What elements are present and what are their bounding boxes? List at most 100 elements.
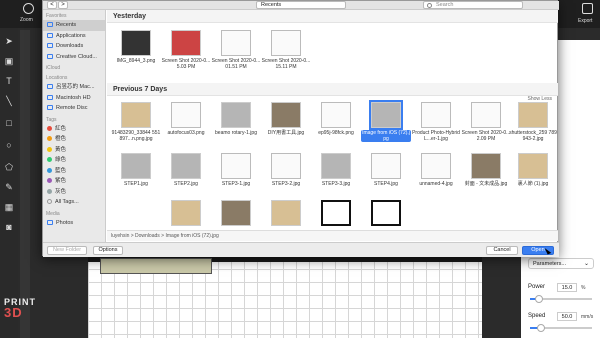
ellipse-tool-icon[interactable]: ○ — [4, 140, 14, 150]
sidebar-item-recents[interactable]: Recents — [43, 20, 105, 31]
disk-icon — [47, 94, 53, 100]
location-select[interactable]: Recents — [256, 1, 346, 9]
grid-tool-icon[interactable]: ▦ — [4, 202, 14, 212]
power-input[interactable]: 15.0 — [557, 283, 577, 292]
speed-input[interactable]: 50.0 — [557, 312, 577, 321]
cancel-button[interactable]: Cancel — [486, 246, 518, 255]
search-input[interactable]: Search — [423, 1, 523, 9]
favorites-header: Favorites — [46, 13, 67, 19]
file-name: autofocus03.png — [167, 130, 205, 136]
power-slider[interactable] — [530, 295, 592, 303]
work-canvas[interactable] — [88, 256, 482, 338]
sidebar-item-downloads[interactable]: Downloads — [43, 41, 105, 52]
line-tool-icon[interactable]: ╲ — [4, 96, 14, 106]
sidebar-tag-all[interactable]: All Tags... — [43, 197, 105, 208]
file-item-selected[interactable]: Image from iOS (72).jpg — [361, 100, 411, 142]
file-item[interactable]: IMG_8944_3.png — [111, 30, 161, 64]
file-thumbnail — [421, 153, 451, 179]
file-item[interactable]: 裏人節 (1).jpg — [508, 153, 558, 187]
file-item[interactable]: Screen Shot 2020-0...15.11 PM — [261, 30, 311, 70]
file-item[interactable]: beamo rotary-1.jpg — [211, 102, 261, 136]
file-name: Product Photo-Hybrid L...er-1.jpg — [412, 130, 460, 142]
file-name: Screen Shot 2020-0...15.11 PM — [261, 58, 311, 70]
power-unit: % — [581, 285, 586, 291]
parameters-select[interactable]: Parameters... ⌄ — [528, 258, 594, 269]
file-item[interactable]: STEP3-3.jpg — [311, 153, 361, 187]
file-item[interactable]: STEP3-2.jpg — [261, 153, 311, 187]
section-yesterday: Yesterday — [113, 13, 147, 20]
file-thumbnail — [518, 102, 548, 128]
file-item[interactable]: DIY用書工具.jpg — [261, 102, 311, 136]
file-item[interactable]: autofocus03.png — [161, 102, 211, 136]
file-item[interactable]: STEP2.jpg — [161, 153, 211, 187]
file-item[interactable]: unnamed-4.jpg — [411, 153, 461, 187]
previous-header-bar — [107, 83, 558, 96]
pen-tool-icon[interactable]: ✎ — [4, 182, 14, 192]
canvas-object[interactable] — [100, 258, 212, 274]
sidebar-item-remote-disc[interactable]: Remote Disc — [43, 103, 105, 114]
file-item[interactable] — [311, 200, 361, 226]
zoom-icon[interactable] — [23, 3, 34, 14]
text-tool-icon[interactable]: T — [4, 76, 14, 86]
file-item[interactable]: Screen Shot 2020-0...5.03 PM — [161, 30, 211, 70]
section-previous-7-days: Previous 7 Days — [113, 86, 168, 93]
file-item[interactable]: Screen Shot 2020-0...01.51 PM — [211, 30, 261, 70]
file-item[interactable] — [261, 200, 311, 226]
back-button[interactable]: < — [47, 1, 57, 9]
sidebar-tag[interactable]: 紫色 — [43, 176, 105, 187]
file-item[interactable]: Product Photo-Hybrid L...er-1.jpg — [411, 102, 461, 142]
path-bar: luyehsin > Downloads > Image from iOS (7… — [107, 230, 558, 241]
file-item[interactable]: STEP1.jpg — [111, 153, 161, 187]
vertical-ruler — [20, 30, 30, 338]
camera-tool-icon[interactable]: ◙ — [4, 222, 14, 232]
file-item[interactable]: ep95j-98fck.png — [311, 102, 361, 136]
clock-icon — [47, 22, 53, 28]
file-item[interactable] — [161, 200, 211, 226]
file-item[interactable]: 91483290_33844 551897...n.png.jpg — [111, 102, 161, 142]
sidebar-item-label: 呂昱芯的 Mac... — [56, 84, 95, 90]
image-tool-icon[interactable]: ▣ — [4, 56, 14, 66]
file-thumbnail — [221, 200, 251, 226]
tag-label: 黃色 — [55, 146, 67, 153]
sidebar-item-creative-cloud[interactable]: Creative Cloud... — [43, 52, 105, 63]
file-thumbnail — [271, 102, 301, 128]
sidebar-tag[interactable]: 黃色 — [43, 145, 105, 156]
file-item[interactable]: shutterstock_259 789943-2.jpg — [508, 102, 558, 142]
export-icon[interactable] — [582, 3, 593, 14]
file-item[interactable] — [361, 200, 411, 226]
pointer-tool-icon[interactable]: ➤ — [4, 36, 14, 46]
sidebar-tag[interactable]: 灰色 — [43, 187, 105, 198]
search-placeholder: Search — [436, 2, 454, 8]
speed-slider-knob[interactable] — [536, 324, 545, 332]
rectangle-tool-icon[interactable]: □ — [4, 118, 14, 128]
file-name: 91483290_33844 551897...n.png.jpg — [111, 130, 161, 142]
sidebar-tag[interactable]: 藍色 — [43, 166, 105, 177]
dialog-toolbar: < > Recents Search — [43, 1, 559, 10]
file-name: STEP1.jpg — [124, 181, 148, 187]
sidebar-item-macintosh-hd[interactable]: Macintosh HD — [43, 93, 105, 104]
speed-slider[interactable] — [530, 324, 592, 332]
sidebar-item-applications[interactable]: Applications — [43, 31, 105, 42]
polygon-tool-icon[interactable]: ⬠ — [4, 162, 14, 172]
sidebar-item-photos[interactable]: Photos — [43, 218, 105, 229]
file-item[interactable]: Screen Shot 2020-0...2.09 PM — [461, 102, 511, 142]
sidebar-item-mac[interactable]: 呂昱芯的 Mac... — [43, 82, 105, 93]
file-item[interactable]: STEP3-1.jpg — [211, 153, 261, 187]
tag-label: 橙色 — [55, 136, 67, 142]
new-folder-button[interactable]: New Folder — [47, 246, 87, 255]
sidebar-item-label: Macintosh HD — [56, 94, 91, 101]
sidebar-tag[interactable]: 橙色 — [43, 134, 105, 145]
power-label: Power — [528, 284, 546, 290]
file-name: STEP4.jpg — [374, 181, 398, 187]
sidebar-tag[interactable]: 紅色 — [43, 124, 105, 135]
tag-label: 灰色 — [55, 188, 67, 195]
options-button[interactable]: Options — [93, 246, 123, 255]
file-thumbnail — [321, 102, 351, 128]
file-name: STEP2.jpg — [174, 181, 198, 187]
file-item[interactable]: STEP4.jpg — [361, 153, 411, 187]
forward-button[interactable]: > — [58, 1, 68, 9]
file-item[interactable] — [211, 200, 261, 226]
file-item[interactable]: 封面 - 文未成品.jpg — [461, 153, 511, 187]
file-thumbnail — [221, 102, 251, 128]
sidebar-tag[interactable]: 綠色 — [43, 155, 105, 166]
